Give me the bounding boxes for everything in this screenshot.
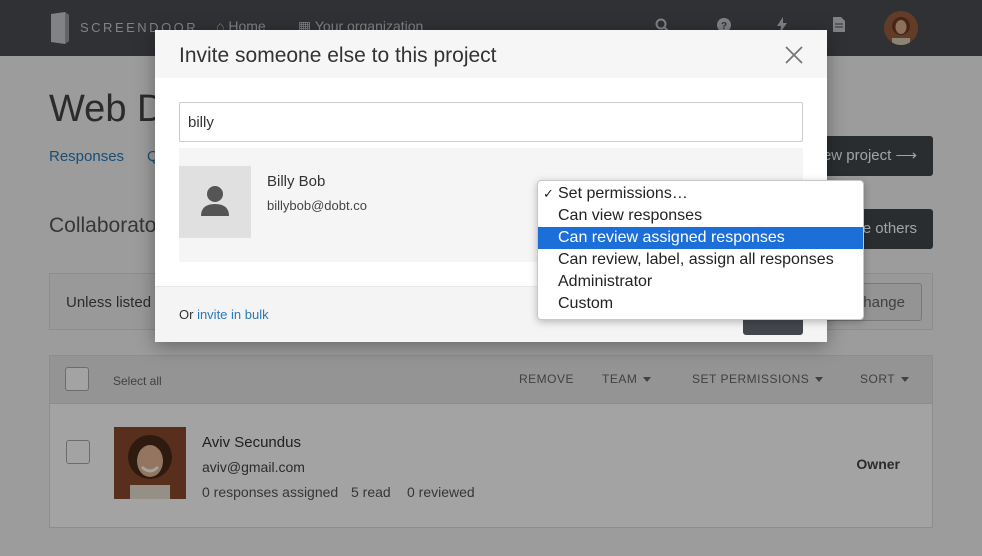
close-icon[interactable] <box>785 46 803 64</box>
search-input[interactable] <box>179 102 803 142</box>
option-label: Set permissions… <box>558 185 688 202</box>
avatar-placeholder <box>179 166 251 238</box>
permission-option-can-view[interactable]: Can view responses <box>538 205 863 227</box>
permission-option-administrator[interactable]: Administrator <box>538 271 863 293</box>
option-label: Can review, label, assign all responses <box>558 251 834 268</box>
modal-header: Invite someone else to this project <box>155 30 827 78</box>
option-label: Can review assigned responses <box>558 229 785 246</box>
permission-option-set-permissions[interactable]: ✓ Set permissions… <box>538 183 863 205</box>
result-email: billybob@dobt.co <box>267 198 367 213</box>
footer-prefix: Or <box>179 307 198 322</box>
checkmark-icon: ✓ <box>543 186 554 201</box>
option-label: Custom <box>558 295 614 312</box>
result-name: Billy Bob <box>267 173 326 190</box>
permission-option-can-review-label-assign[interactable]: Can review, label, assign all responses <box>538 249 863 271</box>
footer-text: Or invite in bulk <box>179 307 269 322</box>
option-label: Administrator <box>558 273 653 290</box>
invite-in-bulk-link[interactable]: invite in bulk <box>197 307 269 322</box>
option-label: Can view responses <box>558 207 703 224</box>
modal-title: Invite someone else to this project <box>179 44 497 67</box>
permission-option-can-review-assigned[interactable]: Can review assigned responses <box>538 227 863 249</box>
permission-option-custom[interactable]: Custom <box>538 293 863 315</box>
user-icon <box>201 186 229 216</box>
permissions-dropdown[interactable]: ✓ Set permissions… Can view responses Ca… <box>537 180 864 320</box>
